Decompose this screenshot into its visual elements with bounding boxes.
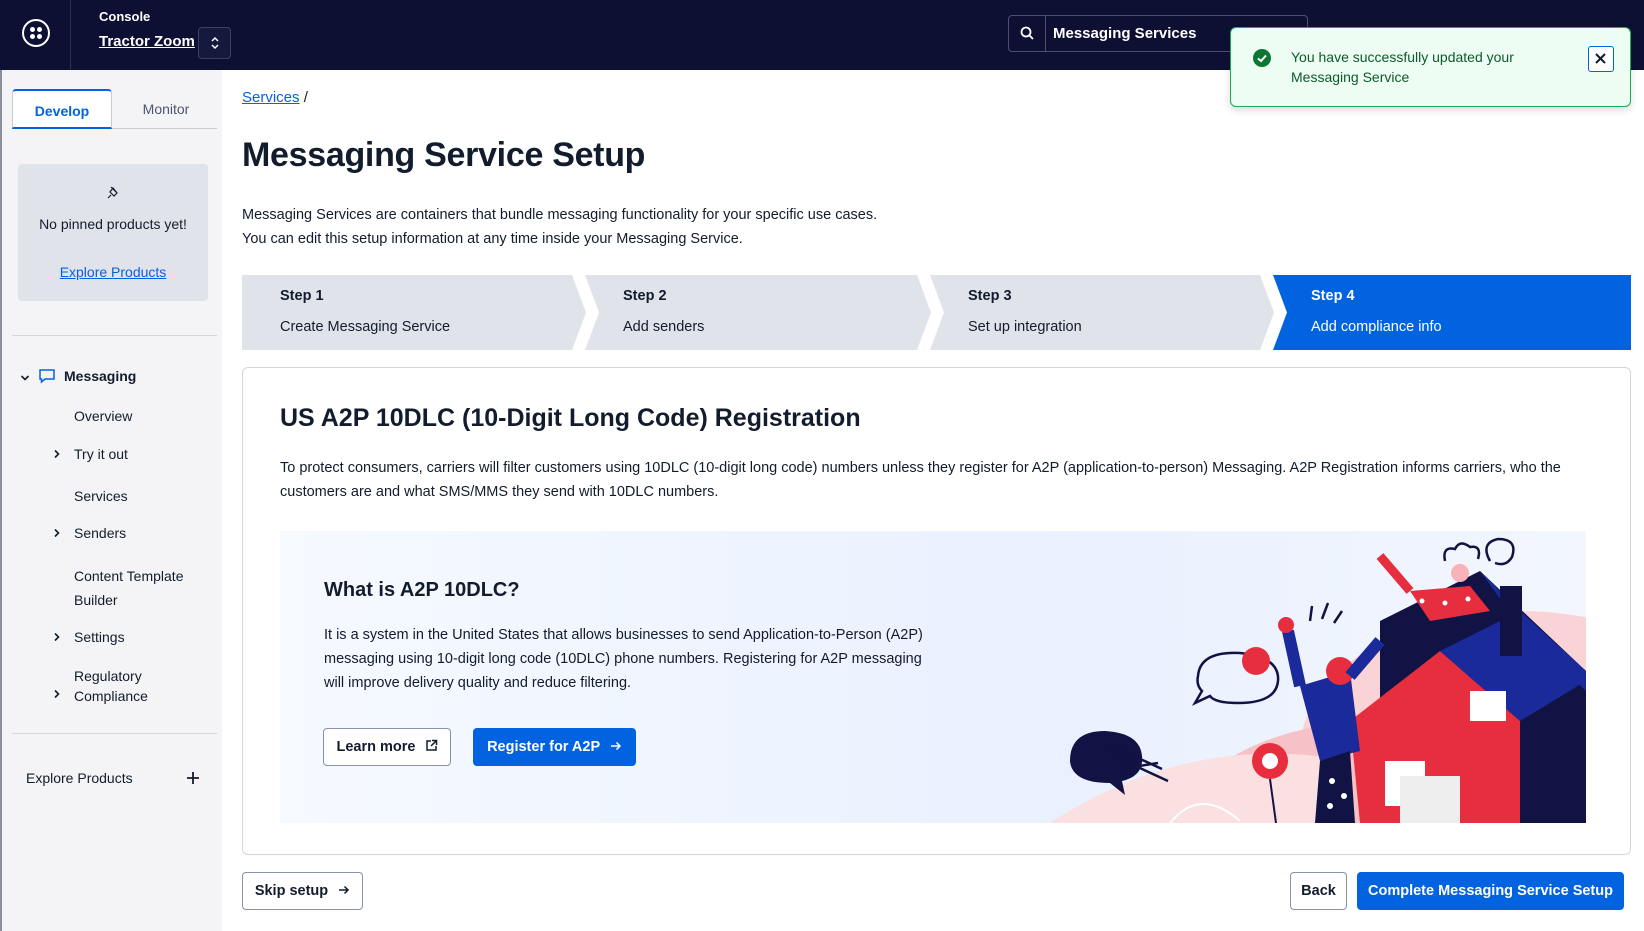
top-divider xyxy=(70,0,71,70)
step-4[interactable]: Step 4 Add compliance info xyxy=(1273,275,1631,350)
breadcrumb-separator: / xyxy=(303,89,308,106)
back-button[interactable]: Back xyxy=(1290,872,1347,910)
complete-setup-button[interactable]: Complete Messaging Service Setup xyxy=(1357,872,1624,910)
external-link-icon xyxy=(425,739,437,751)
register-a2p-button[interactable]: Register for A2P xyxy=(473,728,636,766)
toast-message: You have successfully updated your Messa… xyxy=(1291,49,1514,85)
plus-icon[interactable] xyxy=(186,771,200,790)
step-number: Step 3 xyxy=(968,288,1012,304)
step-number: Step 1 xyxy=(280,288,324,304)
step-1[interactable]: Step 1 Create Messaging Service xyxy=(242,275,586,350)
setup-stepper: Step 1 Create Messaging Service Step 2 A… xyxy=(242,275,1631,350)
breadcrumb-services-link[interactable]: Services xyxy=(242,89,300,106)
toast-close-button[interactable] xyxy=(1588,46,1614,72)
search-icon xyxy=(1020,26,1034,40)
switch-account-button[interactable] xyxy=(198,27,231,59)
a2p-info-panel: What is A2P 10DLC? It is a system in the… xyxy=(280,531,1586,823)
chevron-right-icon[interactable] xyxy=(52,687,62,702)
sidebar-tabs: Develop Monitor xyxy=(12,89,217,129)
page-description: Messaging Services are containers that b… xyxy=(242,203,942,251)
sidebar: Develop Monitor No pinned products yet! … xyxy=(0,70,222,931)
pin-icon xyxy=(107,186,118,199)
chevron-right-icon[interactable] xyxy=(52,630,62,645)
page-description-line: You can edit this setup information at a… xyxy=(242,231,743,247)
a2p-illustration xyxy=(1050,537,1586,823)
registration-card: US A2P 10DLC (10-Digit Long Code) Regist… xyxy=(242,367,1631,855)
sidebar-divider xyxy=(12,733,217,734)
step-2[interactable]: Step 2 Add senders xyxy=(585,275,931,350)
step-label: Add compliance info xyxy=(1311,319,1442,335)
sidebar-explore-products[interactable]: Explore Products xyxy=(26,768,133,788)
step-number: Step 2 xyxy=(623,288,667,304)
close-icon xyxy=(1595,53,1606,64)
pinned-products-panel: No pinned products yet! Explore Products xyxy=(18,164,208,301)
sidebar-item-overview[interactable]: Overview xyxy=(74,406,132,426)
chevron-right-icon[interactable] xyxy=(52,526,62,541)
success-toast: You have successfully updated your Messa… xyxy=(1230,27,1631,107)
page-title: Messaging Service Setup xyxy=(242,136,646,174)
explore-products-link[interactable]: Explore Products xyxy=(18,264,208,280)
account-name-link[interactable]: Tractor Zoom xyxy=(99,33,195,50)
sidebar-item-services[interactable]: Services xyxy=(74,486,128,506)
promo-title: What is A2P 10DLC? xyxy=(324,579,520,601)
step-number: Step 4 xyxy=(1311,288,1355,304)
skip-setup-button[interactable]: Skip setup xyxy=(242,872,363,910)
arrow-right-icon xyxy=(339,885,350,895)
promo-description: It is a system in the United States that… xyxy=(324,627,923,691)
register-a2p-label: Register for A2P xyxy=(487,739,600,755)
sidebar-item-senders[interactable]: Senders xyxy=(74,523,126,543)
sidebar-item-content-template-builder[interactable]: Content Template Builder xyxy=(74,564,204,612)
step-label: Add senders xyxy=(623,319,705,335)
no-pinned-text: No pinned products yet! xyxy=(39,216,187,232)
learn-more-button[interactable]: Learn more xyxy=(323,728,451,766)
sidebar-section-messaging[interactable]: Messaging xyxy=(64,366,136,386)
sidebar-divider xyxy=(12,335,217,336)
console-label: Console xyxy=(99,9,151,24)
arrow-right-icon xyxy=(610,741,621,751)
app-logo-icon[interactable] xyxy=(22,19,50,47)
page-description-line: Messaging Services are containers that b… xyxy=(242,207,878,223)
breadcrumb: Services / xyxy=(242,89,308,106)
tab-monitor[interactable]: Monitor xyxy=(116,89,216,129)
step-label: Create Messaging Service xyxy=(280,319,451,335)
skip-setup-label: Skip setup xyxy=(254,883,329,899)
tab-develop[interactable]: Develop xyxy=(12,89,112,129)
learn-more-label: Learn more xyxy=(336,739,416,755)
switch-account-icon xyxy=(210,36,219,50)
messaging-icon xyxy=(38,368,56,389)
chevron-right-icon[interactable] xyxy=(52,447,62,462)
card-description: To protect consumers, carriers will filt… xyxy=(280,460,1561,500)
success-check-icon xyxy=(1253,49,1271,67)
card-title: US A2P 10DLC (10-Digit Long Code) Regist… xyxy=(280,404,861,432)
chevron-down-icon[interactable] xyxy=(20,371,30,386)
sidebar-item-try-it-out[interactable]: Try it out xyxy=(74,444,128,464)
sidebar-item-settings[interactable]: Settings xyxy=(74,627,125,647)
search-button[interactable] xyxy=(1009,16,1046,51)
sidebar-item-regulatory-compliance[interactable]: Regulatory Compliance xyxy=(74,666,194,706)
step-label: Set up integration xyxy=(968,319,1082,335)
step-3[interactable]: Step 3 Set up integration xyxy=(930,275,1274,350)
